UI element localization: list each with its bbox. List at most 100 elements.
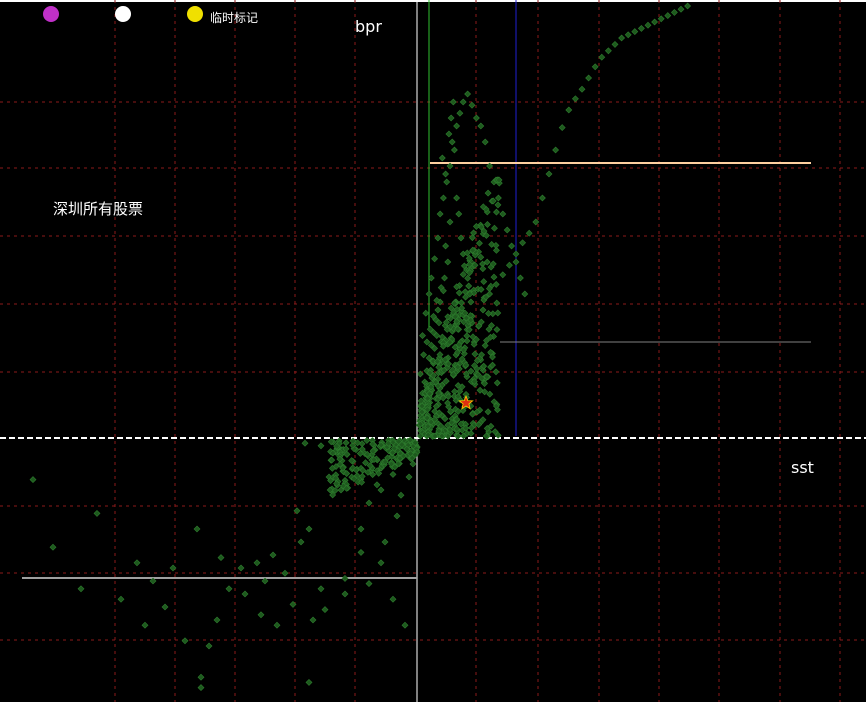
data-point [342,439,350,447]
data-point [434,306,442,314]
data-point [479,265,487,273]
data-point [305,678,313,686]
data-point [425,290,433,298]
data-point [445,130,453,138]
data-point [459,98,467,106]
data-point [133,559,141,567]
data-point [480,278,488,286]
data-point [321,606,329,614]
data-point [377,559,385,567]
data-point [217,554,225,562]
data-point [604,47,612,55]
data-point [317,585,325,593]
data-point [651,18,659,26]
data-point [571,95,579,103]
data-point [373,481,381,489]
data-point [431,255,439,263]
data-point [494,309,502,317]
data-point [442,242,450,250]
data-point [401,621,409,629]
legend: 临时标记 [0,3,300,25]
data-point [618,34,626,42]
data-point [611,40,619,48]
data-point [309,616,317,624]
data-point [365,580,373,588]
data-point [301,439,309,447]
legend-dot-magenta[interactable] [43,6,59,22]
data-point [471,350,479,358]
data-point [631,28,639,36]
data-point [493,326,501,333]
data-point [505,261,513,269]
data-point [197,684,205,692]
data-point [456,109,464,117]
data-point [341,574,349,582]
data-point [485,310,492,317]
data-point [468,101,476,109]
data-point [565,106,573,114]
data-point [464,274,472,282]
scatter-points [29,2,692,692]
data-point [677,5,685,13]
legend-label-temp-mark: 临时标记 [210,11,259,25]
data-point [516,274,524,282]
data-point [491,224,498,232]
data-point [525,229,533,237]
data-point [465,282,473,290]
data-point [253,559,261,567]
data-point [519,239,527,247]
data-point [181,637,189,645]
data-point [521,290,529,298]
data-point [670,8,678,16]
data-point [453,122,461,130]
data-point [77,585,85,593]
data-point [499,271,507,279]
data-point [459,271,467,278]
data-point [269,551,277,559]
data-point [447,114,455,122]
data-point [467,298,475,306]
data-point [637,24,645,32]
data-point [420,351,428,359]
data-point [49,543,57,551]
data-point [446,218,454,226]
data-point [492,368,500,376]
data-point [545,170,553,178]
data-point [455,210,463,218]
data-point [297,538,305,546]
data-point [419,332,426,340]
data-point [169,564,177,572]
data-point [479,306,487,314]
data-point [317,442,325,450]
data-point [494,194,502,202]
data-point [29,476,37,484]
data-point [470,229,477,237]
reference-lines [0,0,866,702]
chart-grid [0,0,866,702]
data-point [444,258,452,266]
legend-dot-yellow[interactable] [187,6,203,22]
data-point [205,642,213,650]
data-point [237,564,245,572]
data-point [493,299,501,307]
data-point [664,12,672,20]
data-point [492,280,500,288]
data-point [493,208,500,216]
data-point [225,585,233,593]
data-point [448,138,456,146]
data-point [598,53,606,61]
data-point [357,548,365,556]
data-point [472,114,480,122]
legend-dot-white[interactable] [115,6,131,22]
data-point [558,124,566,132]
y-axis-label: bpr [355,17,382,36]
data-point [457,299,465,307]
data-point [422,309,430,317]
data-point [481,342,489,349]
chart-title: 深圳所有股票 [53,200,144,218]
data-point [281,569,289,577]
data-point [161,603,169,611]
data-point [503,226,511,234]
data-point [624,31,632,39]
data-point [438,154,446,162]
